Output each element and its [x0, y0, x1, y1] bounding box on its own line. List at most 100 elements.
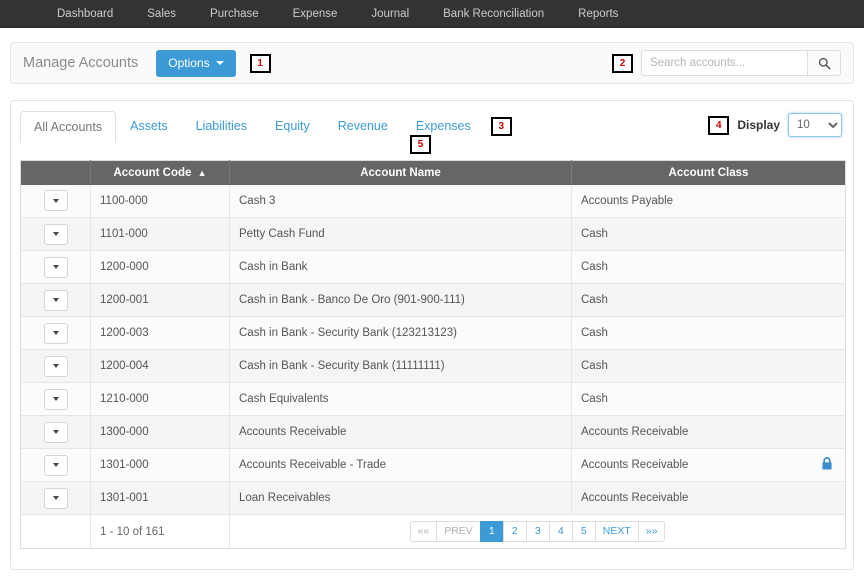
- account-class-label: Cash: [581, 261, 608, 273]
- nav-item-reports[interactable]: Reports: [561, 0, 635, 28]
- account-class-label: Accounts Receivable: [581, 459, 689, 471]
- row-actions-cell: [20, 217, 91, 251]
- caret-down-icon: [52, 265, 59, 269]
- account-class-label: Cash: [581, 360, 608, 372]
- row-actions-cell: [20, 316, 91, 350]
- pagination-page-4[interactable]: 4: [548, 521, 572, 542]
- caret-down-icon: [52, 364, 59, 368]
- search-button[interactable]: [807, 50, 841, 76]
- table-header-row: Account Code ▲ Account Name Account Clas…: [20, 160, 846, 185]
- cell-account-class: Cash: [571, 349, 846, 383]
- cell-account-class: Cash: [571, 382, 846, 416]
- display-group: 4 Display 102550100: [708, 113, 842, 137]
- table-row: 1301-001 Loan Receivables Accounts Receiva…: [20, 481, 846, 515]
- search-icon: [818, 57, 830, 69]
- row-menu-button[interactable]: [43, 487, 68, 509]
- row-actions-cell: [20, 448, 91, 482]
- nav-item-bank-reconciliation[interactable]: Bank Reconciliation: [426, 0, 561, 28]
- table-row: 1200-003 Cash in Bank - Security Bank (12…: [20, 316, 846, 350]
- cell-account-class: Accounts Receivable: [571, 448, 846, 482]
- row-menu-button[interactable]: [43, 223, 68, 245]
- caret-down-icon: [52, 496, 59, 500]
- row-actions-cell: [20, 250, 91, 284]
- header-actions: [20, 160, 91, 185]
- row-menu-button[interactable]: [43, 289, 68, 311]
- pagination-prev: PREV: [436, 521, 480, 542]
- row-actions-cell: [20, 415, 91, 449]
- caret-down-icon: [52, 463, 59, 467]
- header-account-class[interactable]: Account Class: [571, 160, 846, 185]
- cell-account-name: Cash 3: [229, 184, 572, 218]
- options-button[interactable]: Options: [156, 49, 236, 77]
- nav-item-dashboard[interactable]: Dashboard: [40, 0, 130, 28]
- pagination-page-5[interactable]: 5: [571, 521, 595, 542]
- header-account-code[interactable]: Account Code ▲: [90, 160, 230, 185]
- row-menu-button[interactable]: [43, 256, 68, 278]
- table-row: 1101-000 Petty Cash Fund Cash: [20, 217, 846, 251]
- search-input[interactable]: [641, 50, 807, 76]
- cell-account-class: Accounts Receivable: [571, 415, 846, 449]
- tab-all-accounts[interactable]: All Accounts: [20, 111, 117, 143]
- options-button-label: Options: [168, 55, 210, 70]
- sort-ascending-icon: ▲: [197, 167, 207, 178]
- cell-account-class: Cash: [571, 250, 846, 284]
- cell-account-code: 1200-000: [90, 250, 230, 284]
- footer-spacer-cell: [20, 514, 91, 549]
- caret-down-icon: [52, 430, 59, 434]
- row-menu-button[interactable]: [43, 355, 68, 377]
- cell-account-code: 1300-000: [90, 415, 230, 449]
- tab-revenue[interactable]: Revenue: [324, 110, 402, 142]
- row-menu-button[interactable]: [43, 388, 68, 410]
- pagination-cell: «« PREV 1 2 3 4 5 NEXT»»: [229, 514, 846, 549]
- tab-equity[interactable]: Equity: [261, 110, 324, 142]
- caret-down-icon: [52, 198, 59, 203]
- pagination-last[interactable]: »»: [637, 521, 666, 542]
- row-menu-button[interactable]: [43, 322, 68, 344]
- cell-account-name: Cash Equivalents: [229, 382, 572, 416]
- table-row: 1100-000 Cash 3 Accounts Payable: [20, 184, 846, 218]
- cell-account-name: Accounts Receivable: [229, 415, 572, 449]
- cell-account-name: Cash in Bank - Security Bank (11111111): [229, 349, 572, 383]
- header-account-code-label: Account Code: [113, 166, 192, 179]
- row-menu-button[interactable]: [43, 421, 68, 443]
- pagination-page-3[interactable]: 3: [525, 521, 549, 542]
- annotation-marker-1: 1: [249, 53, 271, 73]
- search-group: [641, 50, 841, 76]
- row-menu-button[interactable]: [43, 190, 68, 212]
- header-account-name[interactable]: Account Name: [229, 160, 572, 185]
- nav-item-journal[interactable]: Journal: [354, 0, 426, 28]
- table-row: 1200-001 Cash in Bank - Banco De Oro (901…: [20, 283, 846, 317]
- lock-icon[interactable]: [821, 457, 833, 474]
- nav-item-sales[interactable]: Sales: [130, 0, 193, 28]
- cell-account-class: Cash: [571, 283, 846, 317]
- header-account-name-label: Account Name: [360, 166, 441, 179]
- nav-item-expense[interactable]: Expense: [276, 0, 355, 28]
- page-container: Manage Accounts Options 1 2 All Accounts…: [0, 42, 864, 570]
- pagination-next[interactable]: NEXT: [594, 521, 638, 542]
- accounts-panel: All Accounts Assets Liabilities Equity Reven…: [10, 100, 854, 570]
- cell-account-class: Cash: [571, 217, 846, 251]
- accounts-table-body: 1100-000 Cash 3 Accounts Payable 1101-000 Pe…: [20, 184, 846, 515]
- account-class-label: Accounts Receivable: [581, 492, 689, 504]
- tab-liabilities[interactable]: Liabilities: [182, 110, 261, 142]
- cell-account-code: 1200-004: [90, 349, 230, 383]
- row-actions-cell: [20, 382, 91, 416]
- account-class-label: Cash: [581, 393, 608, 405]
- annotation-marker-3: 3: [490, 117, 512, 136]
- cell-account-class: Accounts Receivable: [571, 481, 846, 515]
- table-row: 1200-000 Cash in Bank Cash: [20, 250, 846, 284]
- nav-item-purchase[interactable]: Purchase: [193, 0, 276, 28]
- row-actions-cell: [20, 349, 91, 383]
- cell-account-name: Cash in Bank - Banco De Oro (901-900-111…: [229, 283, 572, 317]
- pagination-page-2[interactable]: 2: [502, 521, 526, 542]
- tab-assets[interactable]: Assets: [116, 110, 182, 142]
- account-class-label: Cash: [581, 228, 608, 240]
- header-account-class-label: Account Class: [668, 166, 749, 179]
- pagination-page-1[interactable]: 1: [479, 521, 503, 542]
- row-menu-button[interactable]: [43, 454, 68, 476]
- row-actions-cell: [20, 481, 91, 515]
- tabs-row: All Accounts Assets Liabilities Equity Reven…: [20, 110, 844, 143]
- accounts-table: Account Code ▲ Account Name Account Clas…: [20, 160, 846, 549]
- display-label: Display: [737, 118, 780, 132]
- display-count-select[interactable]: 102550100: [788, 113, 842, 137]
